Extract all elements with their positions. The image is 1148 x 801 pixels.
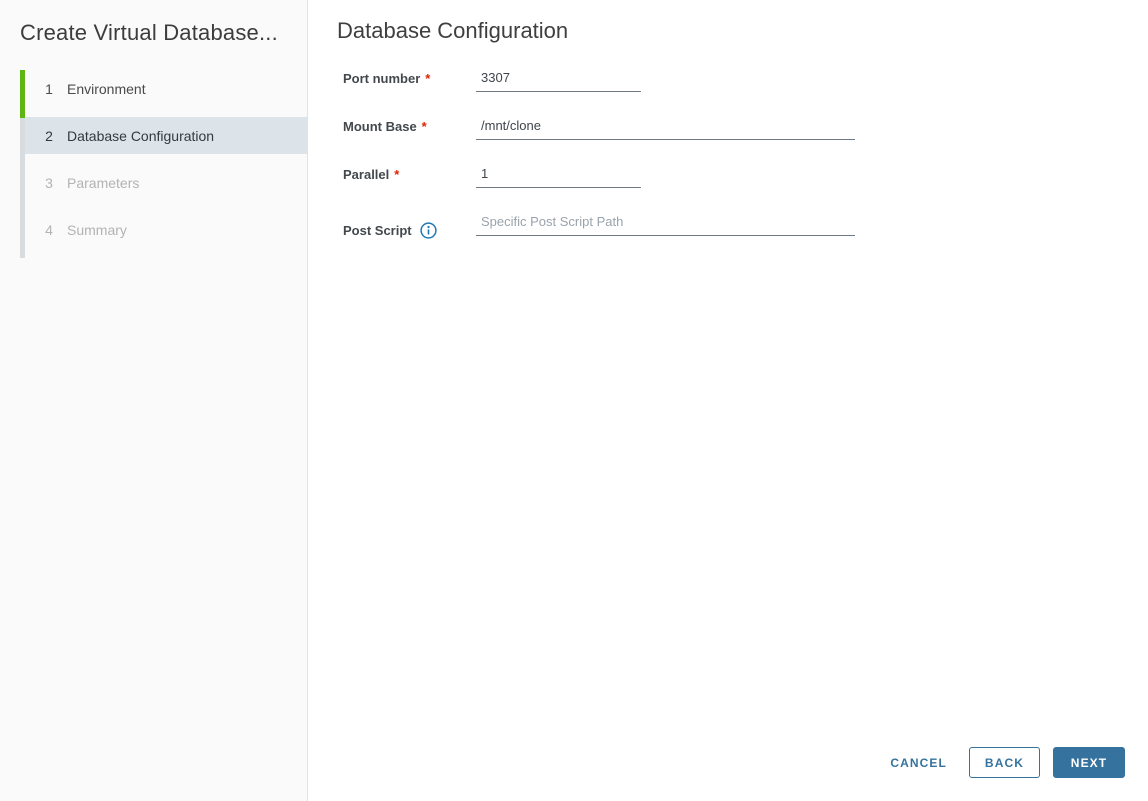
create-virtual-database-wizard: Create Virtual Database... 1 Environment… xyxy=(0,0,1148,801)
post-script-label: Post Script xyxy=(343,213,476,239)
step-label: Database Configuration xyxy=(67,127,215,144)
back-button[interactable]: BACK xyxy=(968,747,1040,778)
parallel-label: Parallel * xyxy=(343,165,476,182)
step-summary: 4 Summary xyxy=(25,211,307,248)
wizard-title: Create Virtual Database... xyxy=(20,20,278,45)
step-label: Environment xyxy=(67,80,146,97)
info-icon[interactable] xyxy=(419,222,437,239)
post-script-input[interactable] xyxy=(476,213,855,236)
form-field-parallel: Parallel * xyxy=(343,165,1148,189)
required-asterisk: * xyxy=(394,167,400,182)
form-field-mount-base: Mount Base * xyxy=(343,117,1148,141)
step-number: 1 xyxy=(45,80,53,97)
mount-base-label: Mount Base * xyxy=(343,117,476,134)
database-configuration-form: Port number * Mount Base * Parallel * xyxy=(343,69,1148,239)
wizard-steps: 1 Environment 2 Database Configuration 3… xyxy=(0,70,307,258)
next-button[interactable]: NEXT xyxy=(1053,747,1125,778)
parallel-label-text: Parallel xyxy=(343,167,390,182)
mount-base-label-text: Mount Base xyxy=(343,119,417,134)
step-parameters: 3 Parameters xyxy=(25,164,307,201)
step-database-configuration[interactable]: 2 Database Configuration xyxy=(25,117,307,154)
form-field-port-number: Port number * xyxy=(343,69,1148,93)
wizard-sidebar: Create Virtual Database... 1 Environment… xyxy=(0,0,308,801)
post-script-label-text: Post Script xyxy=(343,223,412,238)
parallel-input[interactable] xyxy=(476,165,641,188)
wizard-footer-actions: CANCEL BACK NEXT xyxy=(869,747,1125,778)
step-environment[interactable]: 1 Environment xyxy=(25,70,307,107)
form-field-post-script: Post Script xyxy=(343,213,1148,239)
port-number-input[interactable] xyxy=(476,69,641,92)
cancel-button[interactable]: CANCEL xyxy=(869,747,968,778)
step-number: 3 xyxy=(45,174,53,191)
mount-base-input[interactable] xyxy=(476,117,855,140)
page-title: Database Configuration xyxy=(337,18,569,43)
required-asterisk: * xyxy=(425,71,431,86)
step-number: 2 xyxy=(45,127,53,144)
step-label: Parameters xyxy=(67,174,140,191)
wizard-main-panel: Database Configuration Port number * Mou… xyxy=(308,0,1148,801)
port-number-label: Port number * xyxy=(343,69,476,86)
step-label: Summary xyxy=(67,221,127,238)
required-asterisk: * xyxy=(421,119,427,134)
step-number: 4 xyxy=(45,221,53,238)
port-number-label-text: Port number xyxy=(343,71,421,86)
